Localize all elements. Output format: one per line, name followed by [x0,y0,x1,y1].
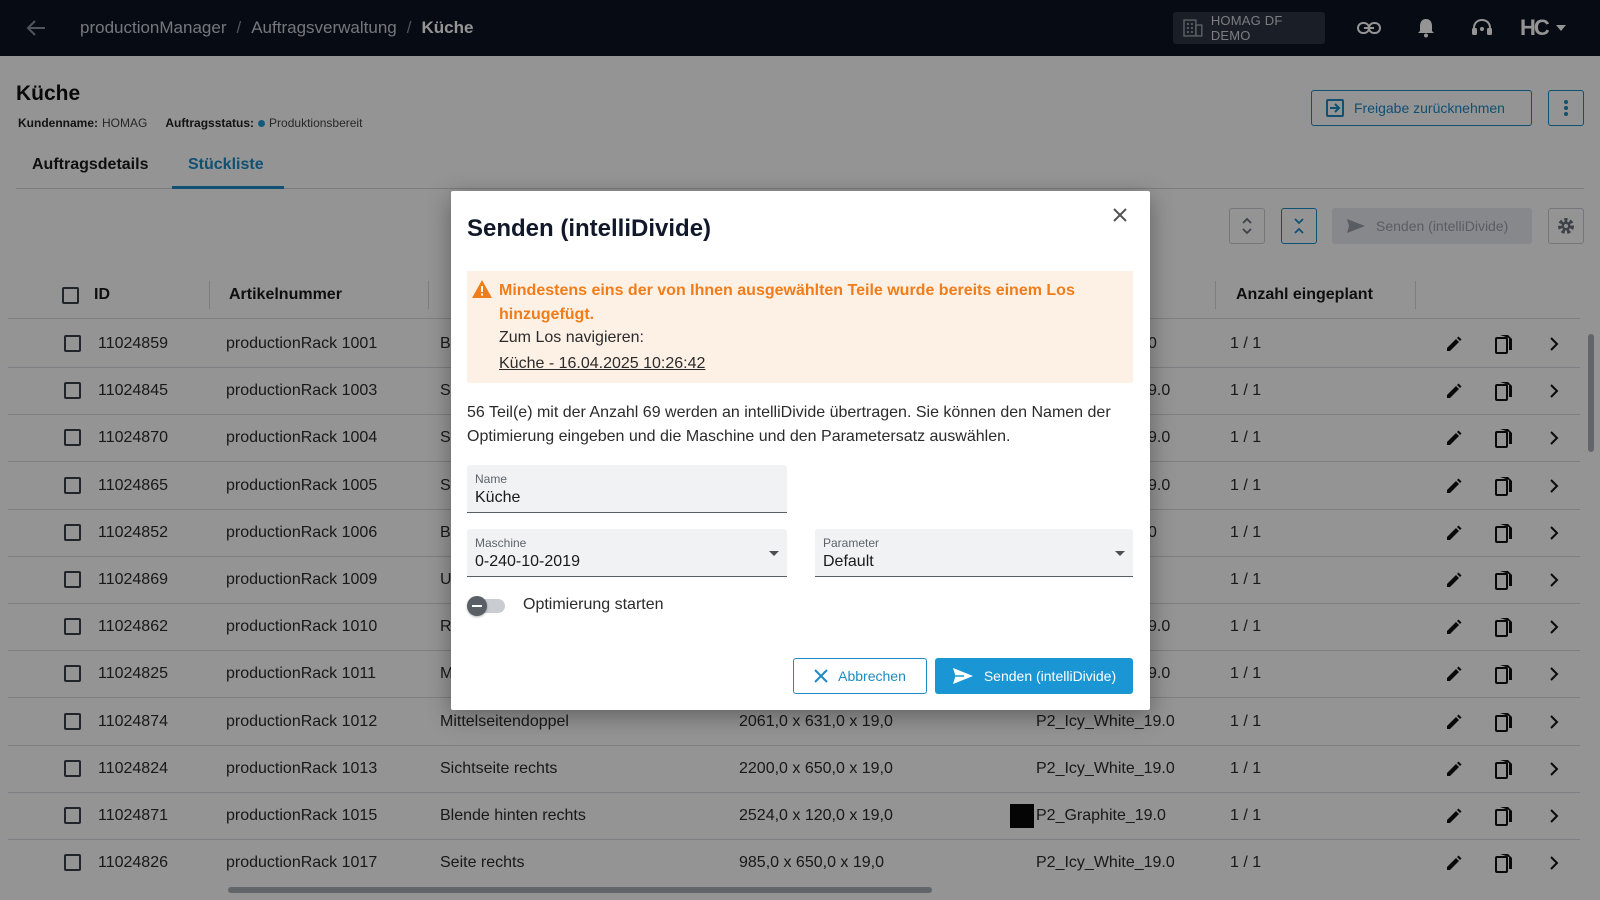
send-intellidivide-button[interactable]: Senden (intelliDivide) [935,658,1133,694]
batch-link[interactable]: Küche - 16.04.2025 10:26:42 [499,355,705,373]
warning-message: Mindestens eins der von Ihnen ausgewählt… [499,282,1075,323]
parameter-select[interactable]: Parameter Default [815,529,1133,577]
close-icon [814,669,828,683]
cancel-label: Abbrechen [838,668,906,684]
parameter-select-label: Parameter [823,536,880,550]
machine-select-label: Maschine [475,536,527,550]
parameter-select-value: Default [823,553,874,570]
machine-select[interactable]: Maschine 0-240-10-2019 [467,529,787,577]
send-label: Senden (intelliDivide) [983,668,1117,684]
toggle-knob [467,596,487,616]
dialog-title: Senden (intelliDivide) [467,215,712,242]
send-intellidivide-dialog: Senden (intelliDivide) Mindestens eins d… [451,191,1150,710]
dialog-description: 56 Teil(e) mit der Anzahl 69 werden an i… [467,404,1111,445]
cancel-button[interactable]: Abbrechen [793,658,927,694]
navigate-to-batch-label: Zum Los navigieren: [499,329,644,346]
name-field-label: Name [475,472,508,486]
close-icon[interactable] [1108,203,1132,227]
start-optimization-label: Optimierung starten [523,596,664,613]
name-field[interactable]: Name Küche [467,465,787,513]
dropdown-arrow-icon [1115,551,1125,556]
send-icon [952,668,973,684]
warning-box: Mindestens eins der von Ihnen ausgewählt… [467,271,1133,383]
warning-icon [472,280,492,298]
machine-select-value: 0-240-10-2019 [475,553,580,570]
name-field-value: Küche [475,489,521,506]
dropdown-arrow-icon [769,551,779,556]
start-optimization-toggle[interactable] [467,596,507,616]
